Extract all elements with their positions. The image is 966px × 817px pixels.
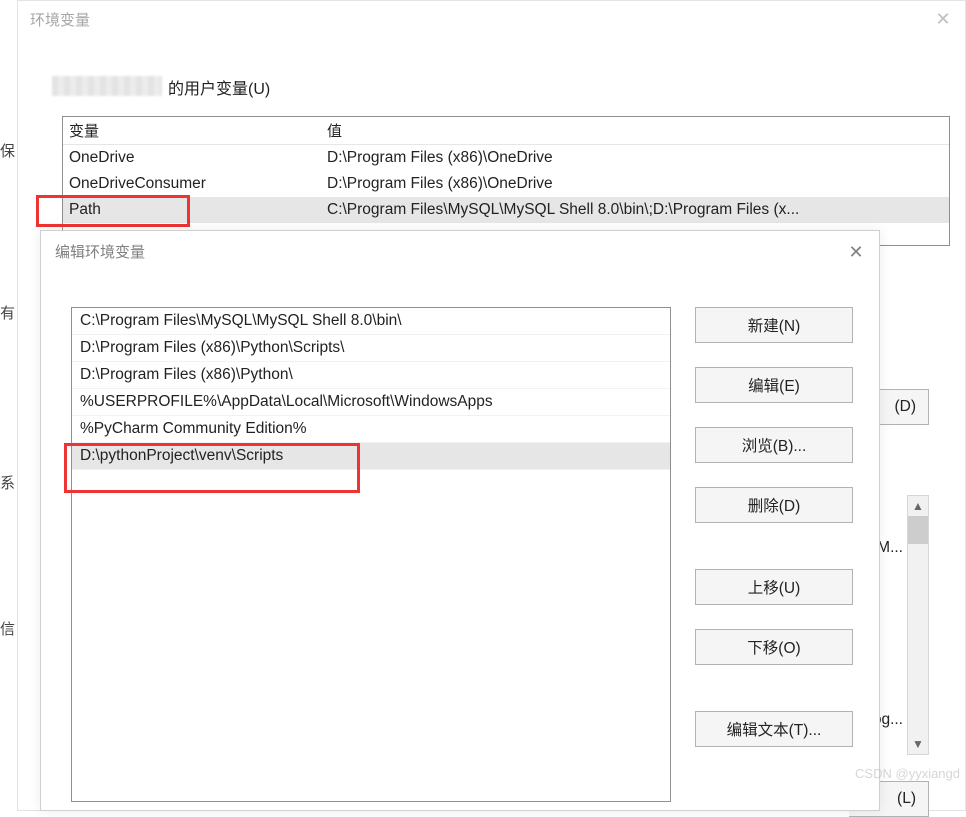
left-sliver: 信 — [0, 618, 16, 639]
table-row[interactable]: Path C:\Program Files\MySQL\MySQL Shell … — [63, 197, 949, 223]
list-item[interactable]: C:\Program Files\MySQL\MySQL Shell 8.0\b… — [72, 308, 670, 335]
user-vars-header: 变量 值 — [63, 117, 949, 145]
scroll-thumb[interactable] — [908, 516, 928, 544]
var-name: Path — [63, 201, 321, 219]
edit-button[interactable]: 编辑(E) — [695, 367, 853, 403]
list-item[interactable]: D:\Program Files (x86)\Python\Scripts\ — [72, 335, 670, 362]
path-entries-list[interactable]: C:\Program Files\MySQL\MySQL Shell 8.0\b… — [71, 307, 671, 802]
var-name: OneDrive — [63, 149, 321, 167]
col-value[interactable]: 值 — [321, 117, 949, 144]
env-vars-title: 环境变量 — [18, 1, 965, 37]
var-name: OneDriveConsumer — [63, 175, 321, 193]
list-item[interactable]: %PyCharm Community Edition% — [72, 416, 670, 443]
new-button[interactable]: 新建(N) — [695, 307, 853, 343]
scroll-up-icon[interactable]: ▲ — [908, 496, 928, 516]
list-item[interactable]: D:\Program Files (x86)\Python\ — [72, 362, 670, 389]
table-row[interactable]: OneDriveConsumer D:\Program Files (x86)\… — [63, 171, 949, 197]
user-vars-label: 的用户变量(U) — [168, 75, 270, 99]
dialog-button-column: 新建(N) 编辑(E) 浏览(B)... 删除(D) 上移(U) 下移(O) 编… — [695, 307, 855, 753]
move-down-button[interactable]: 下移(O) — [695, 629, 853, 665]
watermark: CSDN @yyxiangd — [855, 766, 960, 781]
scroll-down-icon[interactable]: ▼ — [908, 734, 928, 754]
redacted-username — [52, 76, 162, 96]
move-up-button[interactable]: 上移(U) — [695, 569, 853, 605]
close-icon[interactable]: ✕ — [843, 239, 869, 265]
left-sliver: 有 — [0, 302, 16, 323]
behind-scrollbar[interactable]: ▲ ▼ — [907, 495, 929, 755]
edit-dialog-title: 编辑环境变量 — [41, 231, 879, 271]
var-value: D:\Program Files (x86)\OneDrive — [321, 171, 949, 197]
list-item[interactable]: %USERPROFILE%\AppData\Local\Microsoft\Wi… — [72, 389, 670, 416]
edit-text-button[interactable]: 编辑文本(T)... — [695, 711, 853, 747]
edit-env-var-dialog: 编辑环境变量 ✕ C:\Program Files\MySQL\MySQL Sh… — [40, 230, 880, 811]
delete-button[interactable]: 删除(D) — [695, 487, 853, 523]
left-sliver: 保 — [0, 140, 16, 161]
table-row[interactable]: OneDrive D:\Program Files (x86)\OneDrive — [63, 145, 949, 171]
var-value: D:\Program Files (x86)\OneDrive — [321, 145, 949, 171]
close-icon[interactable]: ✕ — [929, 5, 957, 33]
left-sliver: 系 — [0, 472, 16, 493]
var-value: C:\Program Files\MySQL\MySQL Shell 8.0\b… — [321, 197, 949, 223]
list-item[interactable]: D:\pythonProject\venv\Scripts — [72, 443, 670, 470]
user-vars-table[interactable]: 变量 值 OneDrive D:\Program Files (x86)\One… — [62, 116, 950, 246]
col-variable[interactable]: 变量 — [63, 117, 321, 144]
browse-button[interactable]: 浏览(B)... — [695, 427, 853, 463]
